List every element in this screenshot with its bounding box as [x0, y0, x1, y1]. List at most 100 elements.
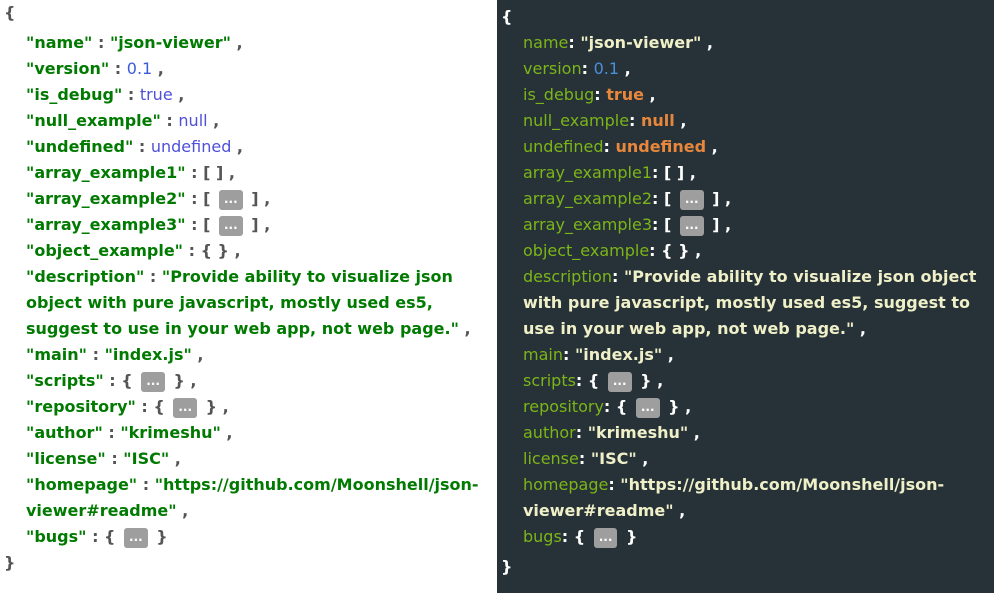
- json-colon: :: [122, 85, 140, 104]
- json-value: null: [178, 111, 208, 130]
- json-value: undefined: [615, 137, 707, 156]
- json-colon: :: [575, 423, 588, 442]
- json-close-bracket: }: [634, 371, 652, 390]
- json-colon: :: [652, 215, 664, 234]
- json-row: name: "json-viewer" ,: [523, 30, 991, 56]
- json-key: main: [523, 345, 563, 364]
- json-open-bracket: {: [121, 371, 139, 390]
- expand-button[interactable]: ...: [141, 372, 165, 392]
- json-row: array_example1: [ ] ,: [523, 160, 991, 186]
- json-key: is_debug: [523, 85, 595, 104]
- expand-button[interactable]: ...: [218, 216, 243, 236]
- json-row: array_example2: [ ... ] ,: [523, 186, 991, 212]
- json-key: object_example: [523, 241, 650, 260]
- json-comma: ,: [258, 189, 271, 208]
- json-key: version: [523, 59, 582, 78]
- json-key: description: [523, 267, 612, 286]
- json-key: "bugs": [26, 527, 87, 546]
- json-open-bracket: [: [663, 189, 677, 208]
- root-close-brace: }: [501, 557, 513, 576]
- json-colon: :: [652, 163, 664, 182]
- json-value: "json-viewer": [109, 33, 231, 52]
- json-value: true: [606, 85, 644, 104]
- json-row: "homepage" : "https://github.com/Moonshe…: [26, 472, 494, 524]
- json-row: null_example: null ,: [523, 108, 991, 134]
- expand-button[interactable]: ...: [218, 190, 243, 210]
- json-comma: ,: [223, 163, 235, 182]
- json-key: "description": [26, 267, 145, 286]
- json-row: "name" : "json-viewer" ,: [26, 30, 494, 56]
- json-row: "array_example2" : [ ... ] ,: [26, 186, 494, 212]
- json-key: "scripts": [26, 371, 104, 390]
- json-comma: ,: [176, 501, 189, 520]
- json-key: undefined: [523, 137, 604, 156]
- json-comma: ,: [258, 215, 271, 234]
- json-colon: :: [185, 189, 204, 208]
- json-key: array_example3: [523, 215, 652, 234]
- json-value: null: [641, 111, 675, 130]
- json-key: "homepage": [26, 475, 138, 494]
- json-colon: :: [160, 111, 179, 130]
- json-row: is_debug: true ,: [523, 82, 991, 108]
- json-colon: :: [611, 267, 624, 286]
- json-value: [ ]: [203, 163, 224, 182]
- expand-button[interactable]: ...: [173, 398, 198, 418]
- json-key: name: [523, 33, 569, 52]
- json-colon: :: [87, 345, 105, 364]
- json-key: array_example2: [523, 189, 652, 208]
- json-open-bracket: {: [153, 397, 171, 416]
- json-key: license: [523, 449, 579, 468]
- json-comma: ,: [643, 85, 656, 104]
- root-open-brace: {: [4, 3, 16, 22]
- json-row: "author" : "krimeshu" ,: [26, 420, 494, 446]
- json-comma: ,: [217, 397, 229, 416]
- expand-button[interactable]: ...: [635, 398, 660, 418]
- json-key: author: [523, 423, 576, 442]
- json-key: "version": [26, 59, 110, 78]
- expand-button[interactable]: ...: [679, 216, 704, 236]
- json-key: array_example1: [523, 163, 652, 182]
- json-comma: ,: [719, 215, 732, 234]
- json-open-bracket: [: [663, 215, 677, 234]
- json-comma: ,: [689, 241, 702, 260]
- json-close-bracket: }: [620, 527, 638, 546]
- json-value: "ISC": [123, 449, 170, 468]
- json-rows: "name" : "json-viewer" , "version" : 0.1 …: [26, 30, 494, 550]
- expand-button[interactable]: ...: [607, 372, 632, 392]
- expand-button[interactable]: ...: [593, 528, 618, 548]
- json-row: version: 0.1 ,: [523, 56, 991, 82]
- json-value: true: [139, 85, 173, 104]
- json-comma: ,: [619, 59, 631, 78]
- json-colon: :: [109, 59, 127, 78]
- expand-button[interactable]: ...: [679, 190, 704, 210]
- json-comma: ,: [854, 319, 866, 338]
- json-open-bracket: {: [587, 371, 605, 390]
- json-row: homepage: "https://github.com/Moonshell/…: [523, 472, 991, 524]
- json-key: "array_example3": [26, 215, 186, 234]
- expand-button[interactable]: ...: [124, 528, 148, 548]
- json-colon: :: [183, 241, 201, 260]
- json-colon: :: [562, 345, 575, 364]
- json-comma: ,: [172, 85, 185, 104]
- json-open-bracket: {: [615, 397, 633, 416]
- json-value: "krimeshu": [587, 423, 689, 442]
- json-row: object_example: { } ,: [523, 238, 991, 264]
- json-key: null_example: [523, 111, 630, 130]
- json-colon: :: [103, 371, 122, 390]
- json-colon: :: [185, 163, 204, 182]
- root-close-brace: }: [4, 553, 16, 572]
- json-comma: ,: [207, 111, 220, 130]
- json-colon: :: [578, 449, 591, 468]
- json-close-bracket: ]: [245, 189, 259, 208]
- json-comma: ,: [719, 189, 732, 208]
- json-comma: ,: [701, 33, 713, 52]
- json-colon: :: [133, 137, 151, 156]
- json-comma: ,: [651, 371, 664, 390]
- json-comma: ,: [636, 449, 649, 468]
- json-value: "index.js": [574, 345, 663, 364]
- json-row: "is_debug" : true ,: [26, 82, 494, 108]
- json-comma: ,: [706, 137, 718, 156]
- json-row: "array_example1" : [ ] ,: [26, 160, 494, 186]
- json-comma: ,: [228, 241, 241, 260]
- json-row: undefined: undefined ,: [523, 134, 991, 160]
